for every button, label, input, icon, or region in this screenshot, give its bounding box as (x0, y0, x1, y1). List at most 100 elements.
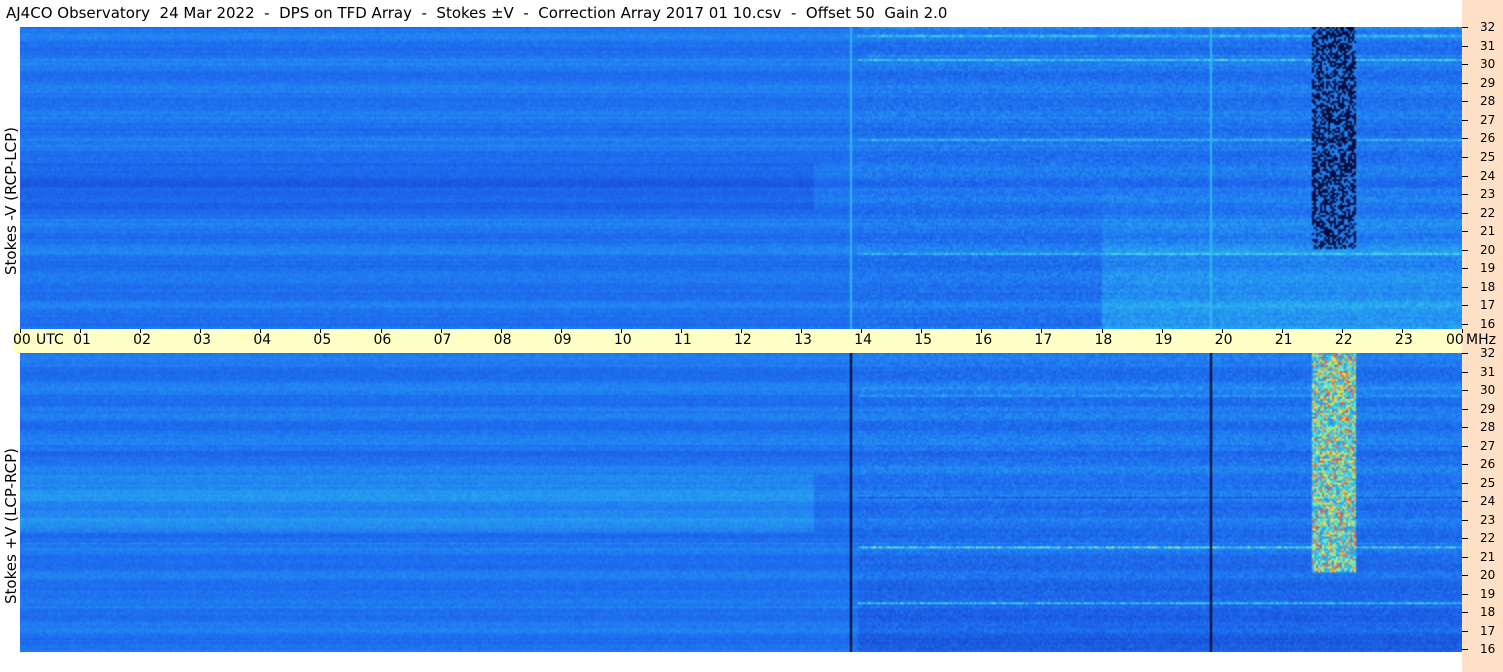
time-tick-label: 17 (1034, 332, 1053, 348)
frequency-tick-mark (1462, 194, 1468, 196)
time-tick-mark (560, 329, 562, 333)
frequency-tick-mark (1462, 390, 1468, 391)
frequency-tick-mark (1462, 305, 1468, 307)
spectrogram-bottom (20, 353, 1462, 652)
frequency-tick-label: 21 (1480, 224, 1496, 239)
time-tick-mark (1041, 329, 1043, 333)
time-tick-label: 18 (1094, 332, 1113, 348)
frequency-tick-label: 22 (1480, 205, 1496, 220)
top-panel-ylabel: Stokes -V (RCP-LCP) (2, 127, 20, 275)
frequency-unit-label: MHz (1466, 332, 1496, 348)
time-tick-label: 22 (1334, 332, 1353, 348)
time-tick-mark (260, 329, 262, 333)
frequency-tick-mark (1462, 538, 1468, 539)
time-tick-mark (140, 329, 142, 333)
frequency-tick-label: 16 (1480, 642, 1496, 656)
time-tick-label: 01 (73, 332, 91, 348)
frequency-tick-mark (1462, 156, 1468, 158)
frequency-tick-label: 31 (1480, 364, 1496, 379)
frequency-tick-mark (1462, 101, 1468, 103)
time-tick-mark (801, 329, 803, 333)
frequency-tick-label: 31 (1480, 38, 1496, 53)
time-tick-mark (1101, 329, 1103, 333)
time-tick-label: 03 (193, 332, 212, 348)
time-tick-mark (921, 329, 923, 333)
frequency-tick-label: 20 (1480, 242, 1496, 257)
time-axis: 00 01 02 03 04 05 06 07 08 09 10 11 12 13 14 15 16 17 18 19… (13, 329, 1496, 353)
time-tick-label: 19 (1154, 332, 1173, 348)
frequency-tick-mark (1462, 249, 1468, 251)
frequency-tick-mark (1462, 64, 1468, 66)
time-tick-label: 15 (914, 332, 933, 348)
time-tick-label: 16 (974, 332, 993, 348)
time-tick-label: 12 (734, 332, 752, 348)
frequency-tick-mark (1462, 445, 1468, 447)
time-unit-label: UTC (36, 332, 64, 348)
time-tick-mark (1341, 329, 1343, 333)
frequency-tick-mark (1462, 27, 1468, 28)
frequency-tick-label: 18 (1480, 279, 1496, 294)
frequency-tick-mark (1462, 408, 1468, 410)
time-tick-mark (1221, 329, 1223, 333)
frequency-tick-label: 24 (1480, 494, 1496, 508)
frequency-tick-label: 23 (1480, 187, 1496, 202)
time-tick-mark (440, 329, 442, 333)
frequency-tick-mark (1462, 286, 1468, 288)
frequency-tick-mark (1462, 212, 1468, 214)
frequency-tick-label: 26 (1480, 457, 1496, 471)
frequency-tick-label: 28 (1480, 420, 1496, 434)
frequency-tick-mark (1462, 45, 1468, 47)
time-tick-mark (1161, 329, 1163, 333)
frequency-tick-label: 20 (1480, 568, 1496, 582)
time-tick-mark (741, 329, 742, 333)
time-tick-mark (200, 329, 202, 333)
frequency-tick-mark (1462, 138, 1468, 140)
time-tick-label: 00 (13, 332, 31, 348)
frequency-tick-mark (1462, 324, 1468, 325)
time-tick-label: 09 (553, 332, 572, 348)
frequency-tick-label: 19 (1480, 261, 1496, 276)
frequency-tick-label: 27 (1480, 112, 1496, 127)
time-tick-label: 00 (1446, 332, 1464, 348)
frequency-tick-mark (1462, 501, 1468, 502)
chart-title: AJ4CO Observatory 24 Mar 2022 - DPS on T… (6, 4, 948, 22)
frequency-tick-label: 29 (1480, 75, 1496, 90)
frequency-tick-label: 17 (1480, 298, 1496, 313)
frequency-tick-mark (1462, 464, 1468, 465)
frequency-tick-mark (1462, 482, 1468, 484)
time-tick-label: 04 (253, 332, 272, 348)
time-tick-label: 02 (133, 332, 151, 348)
time-tick-mark (500, 329, 502, 333)
frequency-tick-label: 25 (1480, 149, 1496, 164)
time-tick-label: 20 (1214, 332, 1233, 348)
time-tick-mark (680, 329, 682, 333)
spectrogram-top (20, 27, 1462, 329)
frequency-tick-label: 28 (1480, 94, 1496, 109)
time-tick-label: 06 (373, 332, 392, 348)
time-tick-label: 07 (433, 332, 452, 348)
frequency-tick-mark (1462, 649, 1468, 650)
frequency-tick-label: 17 (1480, 623, 1496, 638)
frequency-tick-mark (1462, 119, 1468, 121)
time-tick-mark (1281, 329, 1283, 333)
frequency-tick-label: 18 (1480, 605, 1496, 619)
frequency-tick-label: 21 (1480, 549, 1496, 564)
time-tick-mark (320, 329, 322, 333)
frequency-tick-label: 30 (1480, 383, 1496, 397)
frequency-tick-label: 19 (1480, 586, 1496, 601)
frequency-tick-label: 22 (1480, 531, 1496, 545)
frequency-tick-mark (1462, 575, 1468, 576)
frequency-tick-mark (1462, 231, 1468, 233)
time-tick-label: 10 (613, 332, 632, 348)
frequency-tick-label: 25 (1480, 475, 1496, 490)
frequency-tick-label: 24 (1480, 168, 1496, 183)
frequency-tick-label: 29 (1480, 401, 1496, 416)
frequency-tick-mark (1462, 427, 1468, 428)
frequency-tick-mark (1462, 268, 1468, 270)
time-tick-label: 05 (313, 332, 332, 348)
time-tick-label: 08 (493, 332, 512, 348)
frequency-tick-mark (1462, 175, 1468, 177)
time-tick-label: 21 (1274, 332, 1293, 348)
frequency-tick-mark (1462, 82, 1468, 84)
time-tick-label: 14 (854, 332, 872, 348)
